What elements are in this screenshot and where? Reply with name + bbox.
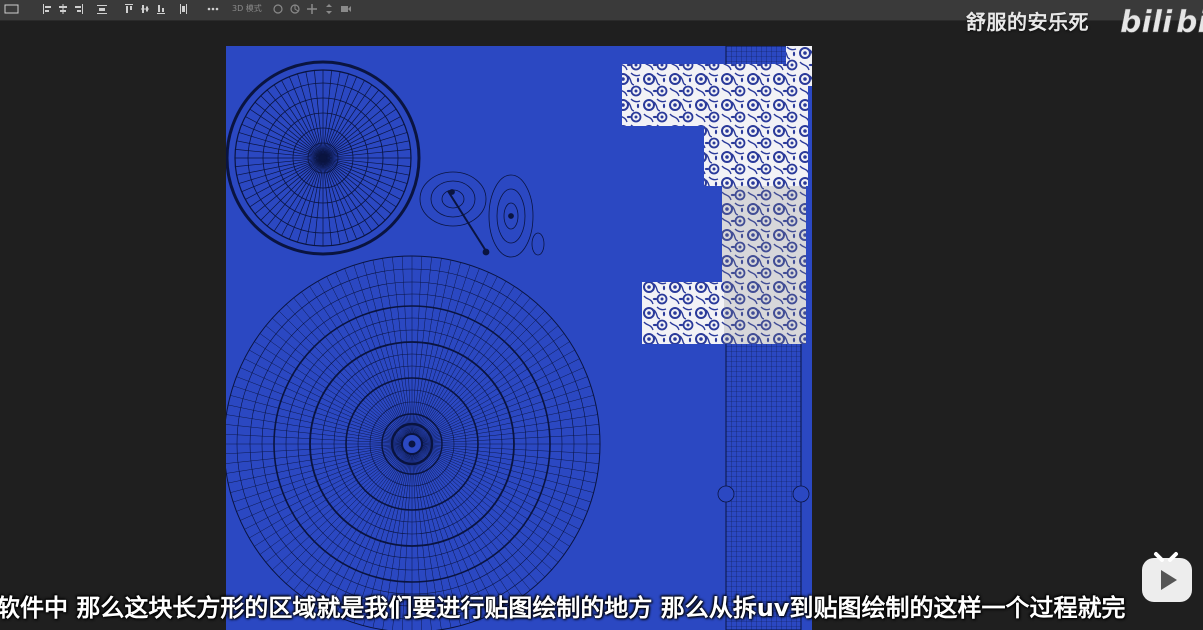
distribute-icon[interactable] bbox=[96, 3, 108, 15]
play-button-icon[interactable] bbox=[1140, 550, 1196, 606]
pan-icon[interactable] bbox=[306, 3, 318, 15]
bilibili-logo: bili bi bbox=[1120, 2, 1203, 41]
tool-preset-icon[interactable] bbox=[4, 3, 20, 15]
uv-texture-canvas[interactable] bbox=[226, 46, 812, 630]
uv-small-islands bbox=[419, 171, 545, 258]
3d-mode-label: 3D 模式 bbox=[232, 4, 262, 13]
align-right-icon[interactable] bbox=[74, 3, 84, 15]
orbit-icon[interactable] bbox=[272, 3, 284, 15]
uv-layout-graphic bbox=[226, 46, 812, 630]
svg-text:bi: bi bbox=[1176, 5, 1203, 38]
align-top-icon[interactable] bbox=[124, 3, 134, 15]
uv-disk-top-left bbox=[226, 60, 421, 256]
video-icon[interactable] bbox=[340, 3, 352, 15]
svg-text:bili: bili bbox=[1120, 5, 1173, 38]
uploader-watermark: 舒服的安乐死 bbox=[966, 10, 1089, 34]
roll-icon[interactable] bbox=[289, 3, 301, 15]
uv-disk-bottom-left bbox=[226, 255, 601, 630]
align-center-icon[interactable] bbox=[58, 3, 68, 15]
distribute-vertical-icon[interactable] bbox=[178, 3, 188, 15]
slide-icon[interactable] bbox=[323, 3, 335, 15]
video-subtitle: 软件中 那么这块长方形的区域就是我们要进行贴图绘制的地方 那么从拆uv到贴图绘制… bbox=[0, 594, 1126, 622]
align-middle-icon[interactable] bbox=[140, 3, 150, 15]
more-icon[interactable] bbox=[206, 3, 220, 15]
align-left-icon[interactable] bbox=[42, 3, 52, 15]
align-bottom-icon[interactable] bbox=[156, 3, 166, 15]
porcelain-pattern-patches bbox=[622, 46, 812, 344]
